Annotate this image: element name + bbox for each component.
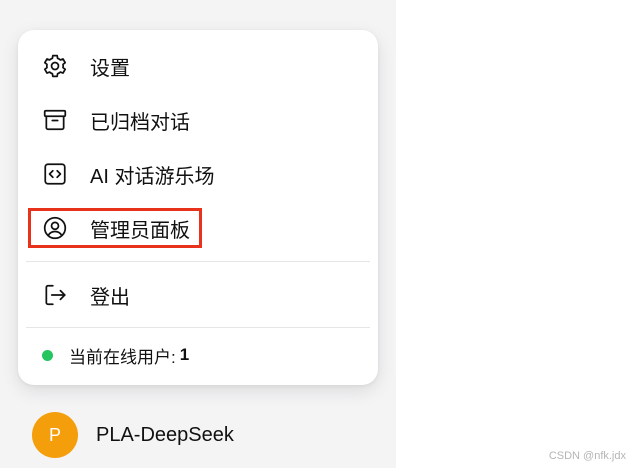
menu-item-settings[interactable]: 设置 bbox=[42, 46, 130, 86]
divider bbox=[26, 261, 370, 262]
menu-item-label: 管理员面板 bbox=[90, 219, 190, 242]
menu-item-label: 已归档对话 bbox=[90, 111, 190, 134]
menu-item-ai-playground[interactable]: AI 对话游乐场 bbox=[42, 154, 214, 194]
online-users-label: 当前在线用户: bbox=[69, 347, 176, 367]
logout-icon bbox=[42, 281, 70, 309]
menu-item-admin-panel[interactable]: 管理员面板 bbox=[42, 208, 190, 248]
user-name: PLA-DeepSeek bbox=[96, 423, 234, 446]
menu-item-label: 登出 bbox=[90, 286, 130, 309]
avatar: P bbox=[32, 412, 78, 458]
archive-icon bbox=[42, 106, 70, 134]
sidebar: 设置 已归档对话 AI 对话游乐场 管理员面板 登出 当前在线用户: 1 P P… bbox=[0, 0, 396, 468]
watermark: CSDN @nfk.jdx bbox=[548, 450, 626, 462]
user-menu-popup: 设置 已归档对话 AI 对话游乐场 管理员面板 登出 当前在线用户: 1 bbox=[18, 30, 378, 385]
user-circle-icon bbox=[42, 214, 70, 242]
menu-item-archived-chats[interactable]: 已归档对话 bbox=[42, 100, 190, 140]
menu-item-logout[interactable]: 登出 bbox=[42, 275, 130, 315]
online-users-status: 当前在线用户: 1 bbox=[42, 344, 190, 367]
menu-item-label: AI 对话游乐场 bbox=[90, 165, 215, 188]
gear-icon bbox=[42, 52, 70, 80]
user-profile-button[interactable]: P PLA-DeepSeek bbox=[32, 412, 234, 458]
online-dot-icon bbox=[42, 349, 53, 361]
online-users-count: 1 bbox=[179, 345, 190, 364]
divider bbox=[26, 327, 370, 328]
code-icon bbox=[42, 160, 70, 188]
menu-item-label: 设置 bbox=[90, 57, 130, 80]
